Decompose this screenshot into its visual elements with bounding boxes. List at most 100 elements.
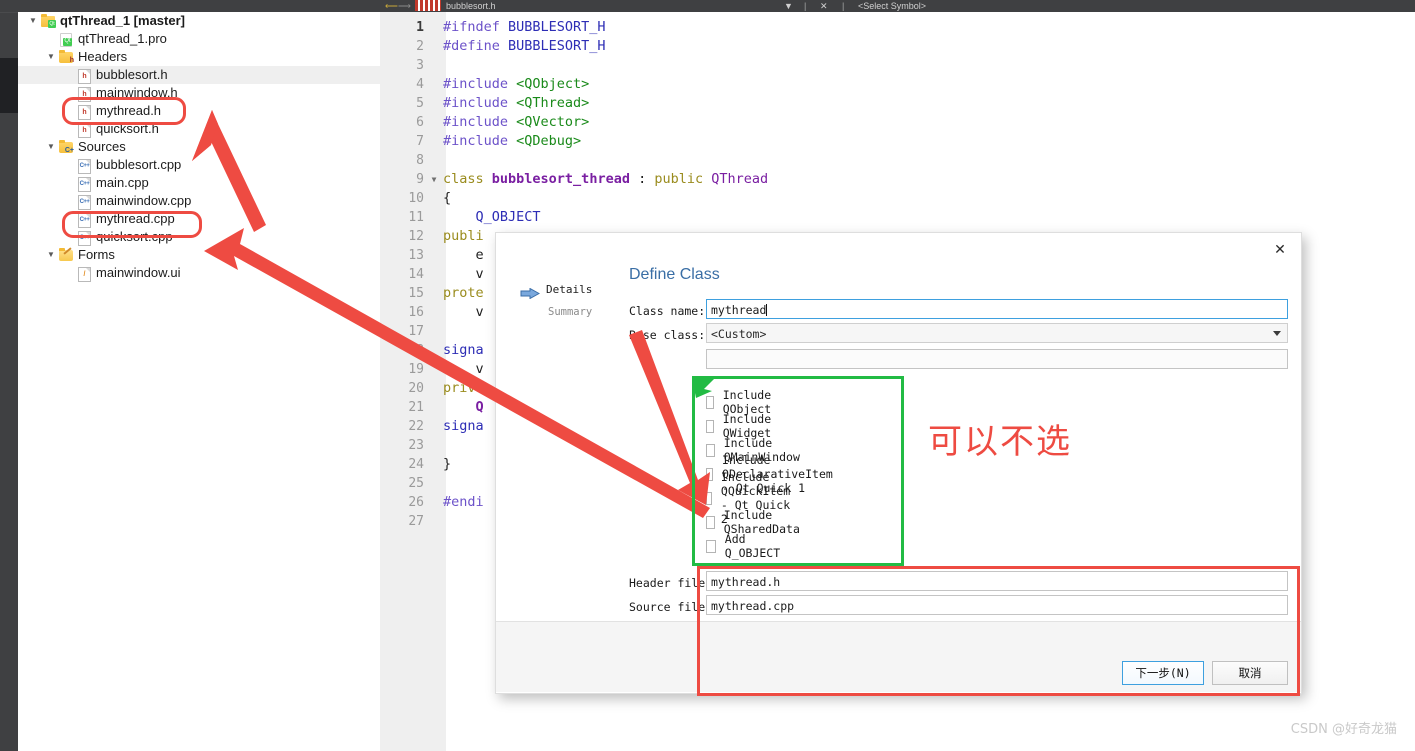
tree-item-label: Sources [78,139,126,154]
expand-triangle-icon[interactable]: ▼ [26,12,40,30]
code-line[interactable]: 6 #include <QVector> [380,113,1415,132]
cpp-file-icon: C++ [76,176,92,192]
project-tree[interactable]: ▼qtThread_1 [master]qtThread_1.pro▼hHead… [18,12,380,751]
text-caret [766,304,768,316]
tree-item-mythread-h[interactable]: h mythread.h [18,102,380,120]
line-number: 19 [408,362,424,377]
close-icon[interactable]: ✕ [820,0,828,12]
tree-item-sources[interactable]: ▼ C+ Sources [18,138,380,156]
line-number: 3 [416,58,424,73]
checkbox-input[interactable] [706,539,716,553]
code-line[interactable]: 10 { [380,189,1415,208]
code-fold-triangle-icon[interactable]: ▼ [428,170,440,189]
symbol-selector-label[interactable]: <Select Symbol> [858,0,926,12]
checkbox-input[interactable] [706,419,714,433]
chevron-down-icon[interactable] [1273,331,1281,336]
qt-pro-file-icon [58,32,74,47]
line-number: 5 [416,96,424,111]
forward-arrow-icon[interactable]: ⟶ [398,0,411,12]
editor-tab-bar[interactable]: ⟵ ⟶ bubblesort.h ▼ | ✕ | <Select Symbol> [380,0,1415,12]
checkbox-row[interactable]: Include QWidget [706,412,776,440]
tree-item-label: Forms [78,247,115,262]
chevron-down-icon[interactable]: ▼ [784,0,793,12]
wizard-step-summary[interactable]: Summary [518,301,628,323]
tree-item-label: quicksort.cpp [96,229,173,244]
tree-item-headers[interactable]: ▼ h Headers [18,48,380,66]
code-line-text: v [443,266,484,282]
code-line[interactable]: 8 [380,151,1415,170]
base-class-select[interactable]: <Custom> [706,323,1288,343]
editor-tab-label[interactable]: bubblesort.h [446,0,496,12]
checkbox-input[interactable] [706,443,715,457]
tree-item-qtthread-1-master-[interactable]: ▼ qtThread_1 [master] [18,12,380,30]
cancel-button[interactable]: 取消 [1212,661,1288,685]
line-number: 15 [408,286,424,301]
class-name-input[interactable]: mythread [706,299,1288,319]
code-line-text: #ifndef BUBBLESORT_H [443,19,606,35]
line-number: 10 [408,191,424,206]
line-number: 6 [416,115,424,130]
tree-item-bubblesort-cpp[interactable]: C++ bubblesort.cpp [18,156,380,174]
checkbox-input[interactable] [706,395,714,409]
wizard-step-details-label: Details [546,283,593,296]
tree-item-quicksort-h[interactable]: h quicksort.h [18,120,380,138]
wizard-step-summary-label: Summary [548,306,593,318]
header-file-label: Header file: [629,576,713,590]
tree-item-main-cpp[interactable]: C++ main.cpp [18,174,380,192]
checkbox-input[interactable] [706,491,712,505]
next-button[interactable]: 下一步(N) [1122,661,1204,685]
tree-item-bubblesort-h[interactable]: h bubblesort.h [18,66,380,84]
checkbox-input[interactable] [706,467,714,481]
expand-triangle-icon[interactable]: ▼ [44,246,58,264]
code-line[interactable]: 1 #ifndef BUBBLESORT_H [380,18,1415,37]
code-line[interactable]: 11 Q_OBJECT [380,208,1415,227]
checkbox-row[interactable]: Include QQuickItem - Qt Quick 2 [706,470,797,526]
source-file-input[interactable]: mythread.cpp [706,595,1288,615]
custom-base-class-input[interactable] [706,349,1288,369]
code-line[interactable]: 4 #include <QObject> [380,75,1415,94]
header-file-icon: h [76,104,92,120]
tab-separator: | [804,1,807,11]
code-line[interactable]: 2 #define BUBBLESORT_H [380,37,1415,56]
code-line[interactable]: 3 [380,56,1415,75]
project-tree-header [18,0,380,12]
code-line-text: Q_OBJECT [443,209,541,225]
dialog-close-button[interactable]: ✕ [1271,240,1289,258]
define-class-dialog[interactable]: ✕ Define Class Details Summary Class nam… [495,232,1302,694]
tree-item-forms[interactable]: ▼ Forms [18,246,380,264]
tree-item-quicksort-cpp[interactable]: C++ quicksort.cpp [18,228,380,246]
line-number: 16 [408,305,424,320]
code-line[interactable]: 5 #include <QThread> [380,94,1415,113]
tree-item-qtthread-1-pro[interactable]: qtThread_1.pro [18,30,380,48]
code-line[interactable]: 9 ▼ class bubblesort_thread : public QThre… [380,170,1415,189]
sources-folder-icon: C+ [58,140,74,154]
tree-item-mainwindow-h[interactable]: h mainwindow.h [18,84,380,102]
forms-folder-icon [58,248,74,262]
back-arrow-icon[interactable]: ⟵ [385,0,398,12]
mode-bar-active-indicator[interactable] [0,58,18,113]
line-number: 12 [408,229,424,244]
code-line-text: publi [443,228,484,244]
code-line[interactable]: 7 #include <QDebug> [380,132,1415,151]
code-line-text: #include <QVector> [443,114,590,130]
cpp-file-icon: C++ [76,158,92,174]
line-number: 8 [416,153,424,168]
code-line-text: v [443,304,484,320]
header-file-input[interactable]: mythread.h [706,571,1288,591]
code-line-text: signa [443,418,484,434]
checkbox-row[interactable]: Include QSharedData [706,508,804,536]
tree-item-mainwindow-cpp[interactable]: C++ mainwindow.cpp [18,192,380,210]
expand-triangle-icon[interactable]: ▼ [44,48,58,66]
tree-item-mythread-cpp[interactable]: C++ mythread.cpp [18,210,380,228]
watermark: CSDN @好奇龙猫 [1290,722,1397,737]
tree-item-mainwindow-ui[interactable]: / mainwindow.ui [18,264,380,282]
checkbox-row[interactable]: Add Q_OBJECT [706,532,783,560]
code-line-text: } [443,456,452,472]
line-number: 27 [408,514,424,529]
mode-selector-bar[interactable] [0,0,18,751]
line-number: 1 [416,20,424,35]
checkbox-input[interactable] [706,515,715,529]
wizard-step-details[interactable]: Details [518,279,628,301]
expand-triangle-icon[interactable]: ▼ [44,138,58,156]
checkbox-row[interactable]: Include QObject [706,388,776,416]
